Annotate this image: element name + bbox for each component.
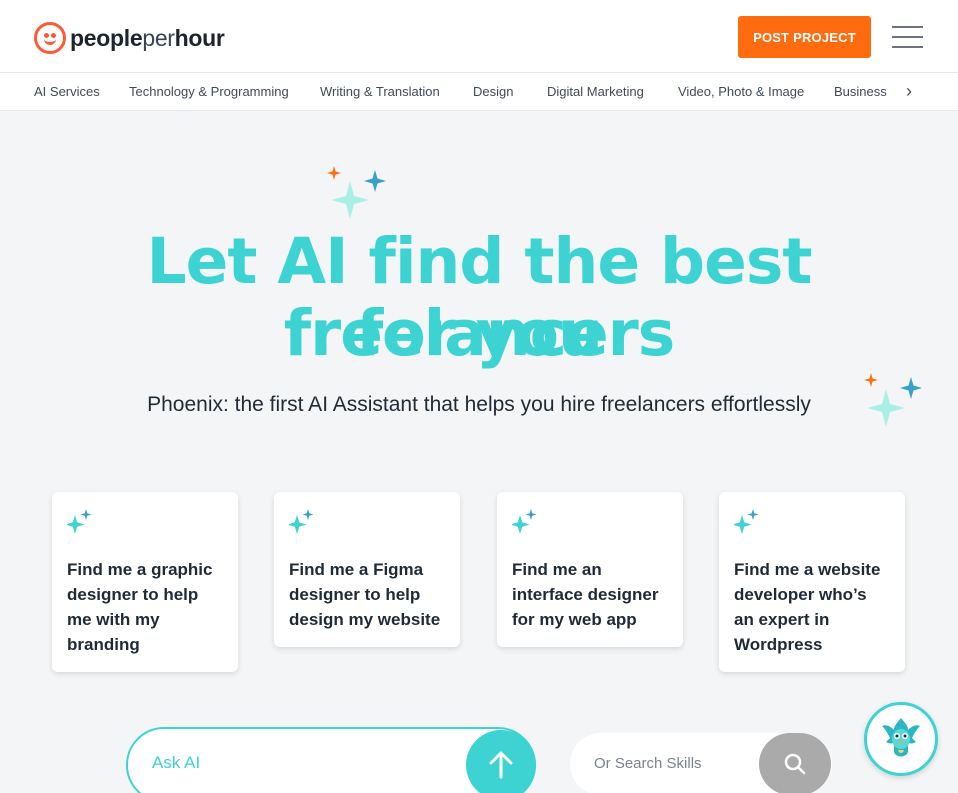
site-header: peopleperhour POST PROJECT bbox=[0, 0, 958, 73]
search-skills-box bbox=[570, 733, 832, 793]
search-button[interactable] bbox=[759, 733, 831, 793]
sparkle-icon bbox=[732, 509, 759, 534]
ask-ai-input[interactable] bbox=[152, 753, 452, 773]
category-technology-programming[interactable]: Technology & Programming bbox=[129, 84, 289, 99]
category-digital-marketing[interactable]: Digital Marketing bbox=[547, 84, 644, 99]
suggestion-text: Find me a graphic designer to help me wi… bbox=[67, 560, 213, 654]
category-nav: AI Services Technology & Programming Wri… bbox=[0, 73, 958, 111]
send-button[interactable] bbox=[466, 730, 536, 793]
phoenix-mascot-icon bbox=[882, 718, 920, 757]
category-business[interactable]: Business bbox=[834, 84, 887, 99]
hero-title-line2: for you bbox=[356, 297, 603, 370]
suggestion-text: Find me a website developer who’s an exp… bbox=[734, 560, 881, 654]
logo-wordmark: peopleperhour bbox=[70, 24, 225, 51]
hamburger-menu-icon[interactable] bbox=[892, 26, 923, 48]
smiley-logo-icon bbox=[34, 22, 66, 54]
suggestion-card[interactable]: Find me a Figma designer to help design … bbox=[274, 492, 460, 647]
phoenix-assistant-button[interactable] bbox=[864, 702, 938, 776]
sparkle-icon bbox=[287, 509, 314, 534]
post-project-button[interactable]: POST PROJECT bbox=[738, 16, 871, 58]
suggestion-card[interactable]: Find me an interface designer for my web… bbox=[497, 492, 683, 647]
suggestion-card[interactable]: Find me a graphic designer to help me wi… bbox=[52, 492, 238, 672]
search-icon bbox=[784, 753, 806, 775]
sparkle-icon bbox=[510, 509, 537, 534]
category-video-photo-image[interactable]: Video, Photo & Image bbox=[678, 84, 804, 99]
search-skills-input[interactable] bbox=[594, 755, 754, 772]
hero-subtitle: Phoenix: the first AI Assistant that hel… bbox=[147, 393, 811, 416]
suggestion-text: Find me a Figma designer to help design … bbox=[289, 560, 441, 629]
arrow-up-icon bbox=[489, 751, 513, 779]
suggestion-text: Find me an interface designer for my web… bbox=[512, 560, 659, 629]
ask-ai-box bbox=[126, 727, 536, 793]
chevron-right-icon[interactable]: › bbox=[906, 81, 912, 102]
suggestion-card[interactable]: Find me a website developer who’s an exp… bbox=[719, 492, 905, 672]
sparkle-icon bbox=[65, 509, 92, 534]
sparkle-icon bbox=[327, 166, 386, 219]
category-ai-services[interactable]: AI Services bbox=[34, 84, 100, 99]
category-writing-translation[interactable]: Writing & Translation bbox=[320, 84, 440, 99]
category-design[interactable]: Design bbox=[473, 84, 513, 99]
peopleperhour-logo[interactable]: peopleperhour bbox=[34, 22, 225, 54]
